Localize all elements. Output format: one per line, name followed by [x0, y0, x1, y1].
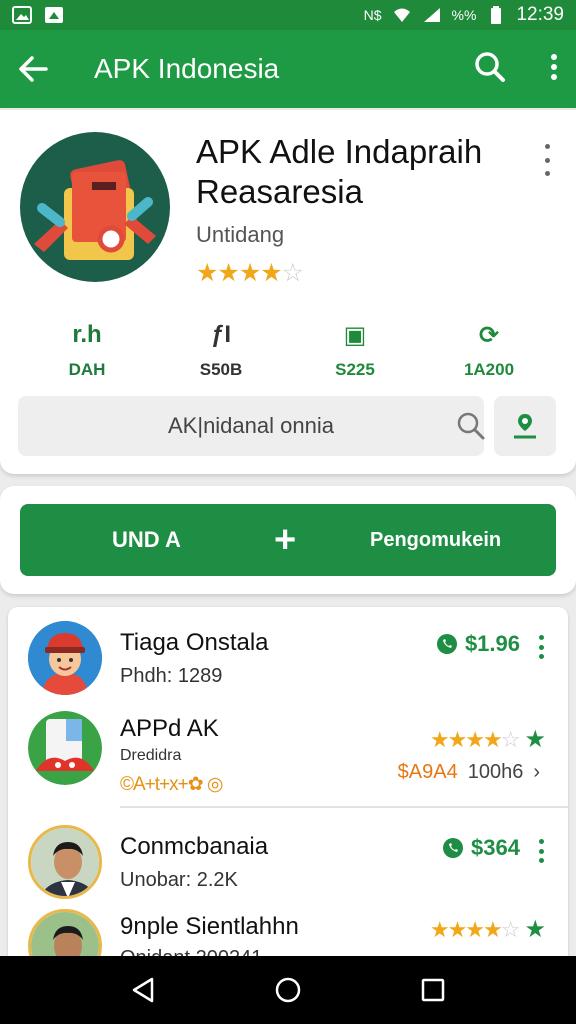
list-item-title: Tiaga Onstala	[120, 629, 269, 656]
action-card: UND A + Pengomukein	[0, 486, 576, 594]
download-button-secondary-label: Pengomukein	[370, 528, 502, 551]
app-bar: APK Indonesia	[0, 30, 576, 108]
favorite-star-icon[interactable]: ★	[524, 915, 546, 944]
stat-item[interactable]: r.h DAH	[20, 320, 154, 380]
app-icon	[20, 132, 170, 282]
app-name: APK Adle Indapraih Reasaresia	[196, 133, 483, 210]
list-item[interactable]: Tiaga Onstala Phdh: 1289 $1.96	[8, 607, 568, 703]
price-value: $364	[471, 835, 520, 860]
overflow-menu-icon[interactable]	[550, 53, 558, 86]
back-nav-icon[interactable]	[123, 970, 163, 1010]
whatsapp-icon	[443, 838, 464, 858]
avatar	[28, 825, 102, 899]
app-stats-row: r.h DAH ƒI S50B ▣ S225 ⟳ 1A200	[20, 320, 556, 380]
clock: 12:39	[516, 4, 564, 25]
list-item-more-icon[interactable]	[536, 635, 546, 659]
list-item-price: $364	[441, 835, 520, 861]
app-list: Tiaga Onstala Phdh: 1289 $1.96 APPd AK D…	[8, 607, 568, 967]
stat-icon: ▣	[343, 321, 367, 349]
list-item-meta: $A9A4 100h6 ›	[398, 761, 540, 784]
rating-stars: ★★★★☆	[429, 726, 521, 752]
battery-icon	[486, 6, 506, 24]
system-navigation-bar	[0, 956, 576, 1024]
stat-icon: ƒI	[210, 321, 231, 348]
price-value: $1.96	[464, 631, 520, 656]
app-more-options-icon[interactable]	[536, 140, 558, 180]
stat-item[interactable]: ⟳ 1A200	[422, 320, 556, 380]
stat-value: 1A200	[463, 360, 515, 379]
back-arrow-icon[interactable]	[18, 49, 58, 89]
home-nav-icon[interactable]	[268, 970, 308, 1010]
app-header-card: APK Adle Indapraih Reasaresia Untidang ★…	[0, 110, 576, 474]
rating-stars: ★★★★☆	[429, 916, 521, 942]
signal-icon	[422, 6, 442, 24]
network-indicator: N$	[363, 7, 382, 23]
location-button[interactable]	[494, 396, 556, 456]
meta-price: $A9A4	[397, 761, 458, 783]
list-item-tags: ©A+t+x+✿ ◎	[120, 774, 224, 795]
search-icon[interactable]	[456, 411, 486, 441]
recents-nav-icon[interactable]	[413, 970, 453, 1010]
search-field[interactable]	[18, 396, 486, 456]
signal-text: %%	[451, 7, 477, 23]
location-pin-icon	[514, 414, 536, 439]
stat-icon: r.h	[72, 321, 102, 348]
list-item-more-icon[interactable]	[536, 839, 546, 863]
app-rating-stars: ★★★★☆	[196, 259, 304, 287]
favorite-star-icon[interactable]: ★	[524, 725, 546, 754]
avatar	[28, 711, 102, 785]
gallery-notification-icon	[12, 6, 32, 24]
wifi-icon	[392, 6, 412, 24]
list-divider	[120, 806, 568, 808]
whatsapp-icon	[436, 634, 457, 654]
download-button-label: UND A	[112, 527, 181, 552]
app-bar-title: APK Indonesia	[94, 53, 280, 84]
list-item[interactable]: Conmcbanaia Unobar: 2.2K $364	[8, 811, 568, 907]
list-item-title: APPd AK	[120, 715, 219, 742]
list-item-subtitle: Dredidra	[120, 747, 182, 764]
search-icon[interactable]	[474, 51, 506, 88]
status-bar: N$ %% 12:39	[0, 0, 576, 30]
avatar	[28, 621, 102, 695]
plus-icon: +	[274, 519, 297, 561]
list-item-title: 9nple Sientlahhn	[120, 913, 299, 940]
stat-value: DAH	[68, 360, 106, 379]
stat-item[interactable]: ƒI S50B	[154, 320, 288, 380]
meta-count: 100h6	[467, 761, 524, 783]
stat-icon: ⟳	[478, 321, 500, 349]
stat-item[interactable]: ▣ S225	[288, 320, 422, 380]
list-item-subtitle: Phdh: 1289	[120, 665, 223, 687]
stat-value: S225	[335, 360, 375, 379]
list-item-rating: ★★★★☆ ★	[430, 725, 546, 754]
list-item-price: $1.96	[435, 631, 520, 657]
app-category: Untidang	[196, 222, 285, 247]
chevron-right-icon[interactable]: ›	[533, 761, 540, 784]
download-button[interactable]: UND A + Pengomukein	[20, 504, 556, 576]
image-notification-icon	[44, 6, 64, 24]
list-item-rating: ★★★★☆ ★	[430, 915, 546, 944]
search-input[interactable]	[168, 413, 456, 439]
list-item-title: Conmcbanaia	[120, 833, 269, 860]
stat-value: S50B	[199, 360, 243, 379]
list-item-subtitle: Unobar: 2.2K	[120, 869, 238, 891]
list-item[interactable]: APPd AK Dredidra ©A+t+x+✿ ◎ ★★★★☆ ★ $A9A…	[8, 703, 568, 807]
